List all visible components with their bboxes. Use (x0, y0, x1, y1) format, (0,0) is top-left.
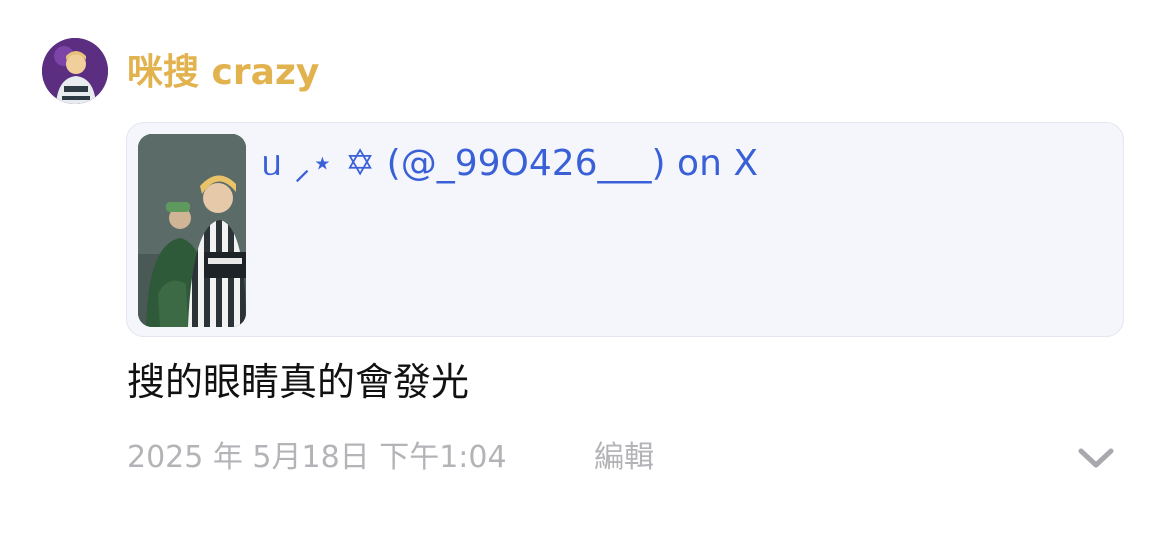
author-name[interactable]: 咪搜 crazy (127, 50, 319, 96)
message-timestamp: 2025 年 5月18日 下午1:04 (127, 440, 507, 475)
link-preview-card[interactable]: ᥙ ⸝⋆ ✡︎ (@_99O426___) on X (126, 122, 1124, 337)
chevron-down-icon[interactable] (1076, 444, 1116, 474)
message-text: 搜的眼睛真的會發光 (127, 360, 470, 404)
avatar-image (42, 38, 108, 104)
link-preview-thumbnail (138, 134, 246, 327)
tweet-photo (138, 134, 246, 327)
edit-button[interactable]: 編輯 (594, 438, 654, 478)
avatar[interactable] (42, 38, 108, 104)
link-preview-title[interactable]: ᥙ ⸝⋆ ✡︎ (@_99O426___) on X (262, 141, 758, 187)
